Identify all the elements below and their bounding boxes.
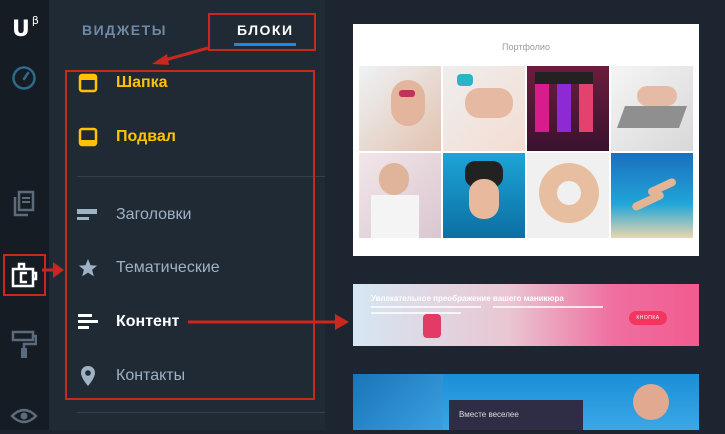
annotation-arrows	[42, 46, 349, 330]
arrow-line	[164, 46, 209, 62]
arrow-head	[335, 314, 349, 330]
arrow-head	[152, 54, 169, 65]
arrow-head	[53, 262, 64, 278]
